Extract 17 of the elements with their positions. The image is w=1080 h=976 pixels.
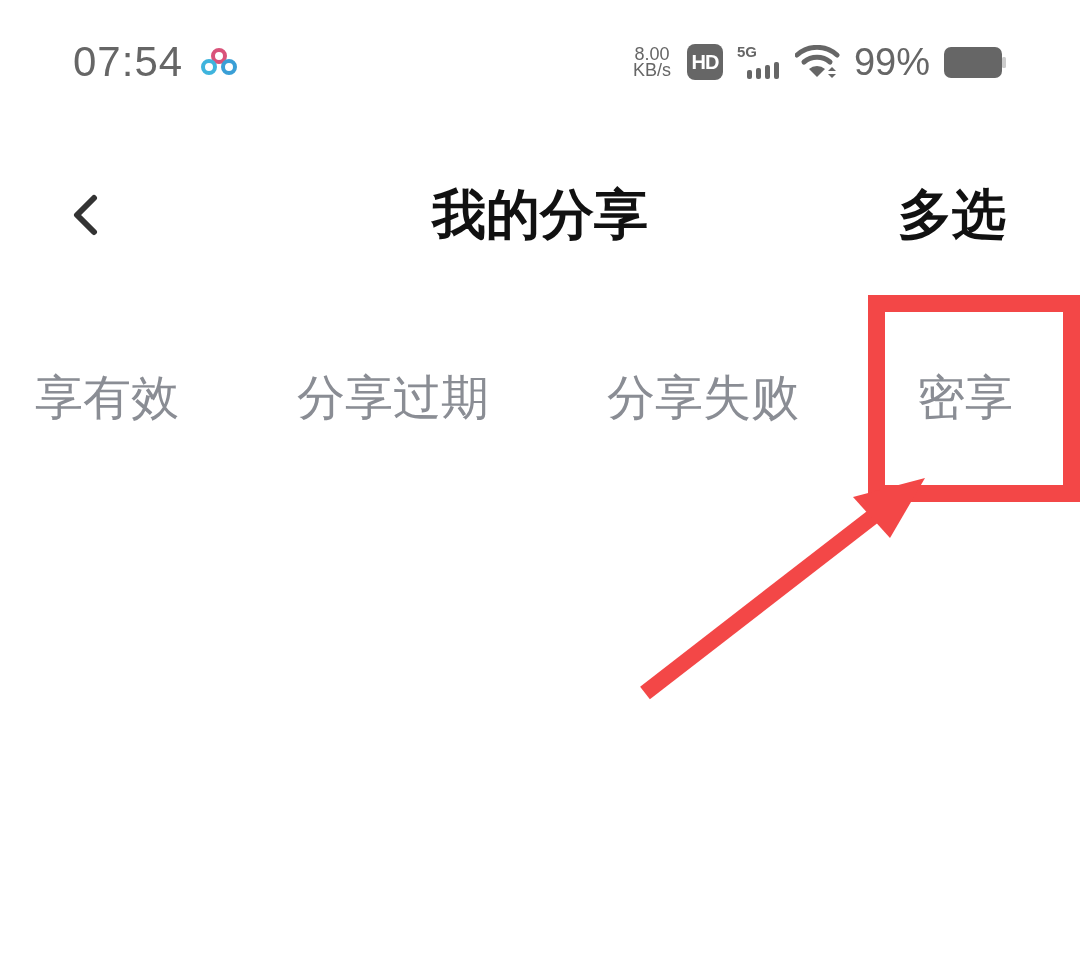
signal-icon <box>746 62 781 79</box>
multi-select-button[interactable]: 多选 <box>898 178 1006 252</box>
tab[interactable]: 分享失败 <box>607 366 799 430</box>
page-title: 我的分享 <box>432 181 648 248</box>
wifi-icon <box>794 45 840 79</box>
network-speed-value: 8.00 <box>634 46 670 62</box>
battery-icon <box>944 46 1006 78</box>
back-chevron-icon <box>72 194 98 236</box>
status-time: 07:54 <box>73 38 184 86</box>
network-speed-unit: KB/s <box>632 62 671 78</box>
rings-icon <box>201 47 238 77</box>
network-type-label: 5G <box>736 44 757 59</box>
hd-badge: HD <box>686 44 723 80</box>
battery-percent: 99% <box>853 40 930 84</box>
tab[interactable]: 密享 <box>917 366 1013 430</box>
tab[interactable]: 享有效 <box>35 366 179 430</box>
tab[interactable]: 分享过期 <box>297 366 489 430</box>
